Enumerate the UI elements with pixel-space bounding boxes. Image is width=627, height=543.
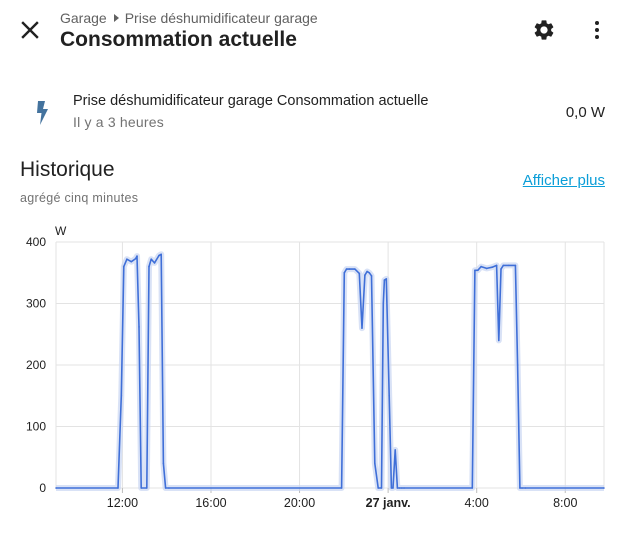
data-point bbox=[340, 487, 343, 489]
breadcrumb-device: Prise déshumidificateur garage bbox=[124, 10, 318, 26]
y-tick-label: 400 bbox=[26, 235, 46, 249]
more-vertical-icon bbox=[595, 21, 599, 39]
flash-icon bbox=[37, 101, 48, 125]
data-point bbox=[134, 257, 137, 260]
data-point bbox=[136, 255, 138, 257]
x-tick-label: 8:00 bbox=[553, 496, 577, 510]
data-point bbox=[403, 487, 405, 489]
data-point bbox=[377, 487, 379, 489]
x-tick-label: 12:00 bbox=[107, 496, 138, 510]
data-point bbox=[392, 487, 394, 489]
data-point bbox=[160, 253, 162, 256]
x-tick-label: 16:00 bbox=[195, 496, 226, 510]
y-unit-label: W bbox=[55, 224, 67, 238]
x-tick-label: 4:00 bbox=[465, 496, 489, 510]
data-point bbox=[366, 270, 368, 273]
data-point bbox=[498, 339, 500, 342]
data-point bbox=[158, 254, 160, 257]
data-point bbox=[514, 264, 517, 267]
gear-icon bbox=[534, 20, 554, 40]
entity-name: Prise déshumidificateur garage Consommat… bbox=[73, 93, 429, 109]
y-tick-label: 300 bbox=[26, 297, 46, 311]
history-chart-svg: 0 100 200 300 400 12:00 16:00 20:00 27 janv. 4:00… bbox=[26, 224, 605, 510]
data-point bbox=[491, 266, 493, 269]
data-point bbox=[385, 278, 388, 280]
data-point bbox=[140, 487, 143, 489]
breadcrumb: Garage Prise déshumidificateur garage bbox=[60, 10, 318, 26]
data-point bbox=[500, 268, 502, 270]
data-point bbox=[474, 269, 476, 272]
data-point bbox=[382, 302, 385, 305]
data-point bbox=[153, 262, 156, 264]
data-point bbox=[358, 272, 361, 275]
data-point bbox=[368, 271, 371, 274]
entity-row[interactable]: Prise déshumidificateur garage Consommat… bbox=[0, 84, 627, 140]
data-point bbox=[164, 487, 167, 489]
data-point bbox=[480, 265, 482, 268]
data-point bbox=[396, 487, 399, 489]
data-point bbox=[383, 279, 386, 281]
show-more-link[interactable]: Afficher plus bbox=[523, 172, 605, 189]
data-point bbox=[370, 275, 373, 277]
data-point bbox=[168, 487, 170, 489]
close-icon bbox=[21, 21, 39, 39]
entity-state: 0,0 W bbox=[565, 104, 605, 121]
data-point bbox=[364, 274, 366, 277]
data-point bbox=[148, 265, 150, 268]
data-point bbox=[126, 258, 128, 261]
dialog-header: Garage Prise déshumidificateur garage Co… bbox=[0, 0, 627, 64]
data-point bbox=[388, 394, 391, 397]
x-tick-label: 20:00 bbox=[284, 496, 315, 510]
history-title: Historique bbox=[20, 158, 115, 181]
data-point bbox=[401, 487, 403, 489]
page-title: Consommation actuelle bbox=[60, 28, 297, 51]
data-point bbox=[502, 264, 505, 267]
data-point bbox=[374, 462, 376, 465]
breadcrumb-separator-icon bbox=[113, 14, 119, 22]
data-point bbox=[120, 394, 123, 397]
history-chart[interactable]: 0 100 200 300 400 12:00 16:00 20:00 27 janv. 4:00… bbox=[0, 220, 627, 538]
data-point bbox=[516, 364, 519, 366]
data-point bbox=[361, 327, 363, 329]
y-tick-label: 100 bbox=[26, 420, 46, 434]
data-point bbox=[162, 462, 165, 465]
data-point bbox=[343, 271, 346, 274]
breadcrumb-area: Garage bbox=[60, 10, 107, 26]
data-point bbox=[380, 487, 383, 489]
data-point bbox=[485, 267, 488, 270]
data-point bbox=[521, 487, 523, 489]
data-point bbox=[603, 487, 605, 489]
data-point bbox=[519, 487, 521, 489]
y-tick-label: 200 bbox=[26, 358, 46, 372]
data-point bbox=[507, 264, 510, 267]
settings-button[interactable] bbox=[526, 12, 562, 48]
data-point bbox=[394, 449, 397, 451]
data-point bbox=[348, 268, 351, 270]
data-point bbox=[495, 264, 498, 267]
data-point bbox=[138, 326, 140, 328]
data-point bbox=[476, 269, 479, 272]
x-tick-label: 27 janv. bbox=[366, 496, 411, 510]
data-point bbox=[55, 487, 57, 489]
close-button[interactable] bbox=[14, 14, 46, 46]
data-point bbox=[345, 268, 348, 270]
data-point bbox=[130, 260, 133, 263]
data-point bbox=[145, 487, 148, 489]
history-subtitle: agrégé cinq minutes bbox=[20, 191, 139, 205]
data-point bbox=[122, 265, 125, 268]
entity-last-changed: Il y a 3 heures bbox=[73, 114, 164, 130]
more-options-button[interactable] bbox=[579, 12, 615, 48]
data-point bbox=[471, 487, 474, 489]
data-point bbox=[524, 487, 527, 489]
data-point bbox=[390, 487, 393, 489]
data-point bbox=[117, 487, 119, 489]
data-point bbox=[354, 268, 356, 270]
data-point bbox=[150, 258, 153, 261]
y-tick-label: 0 bbox=[39, 481, 46, 495]
data-point bbox=[398, 487, 401, 489]
